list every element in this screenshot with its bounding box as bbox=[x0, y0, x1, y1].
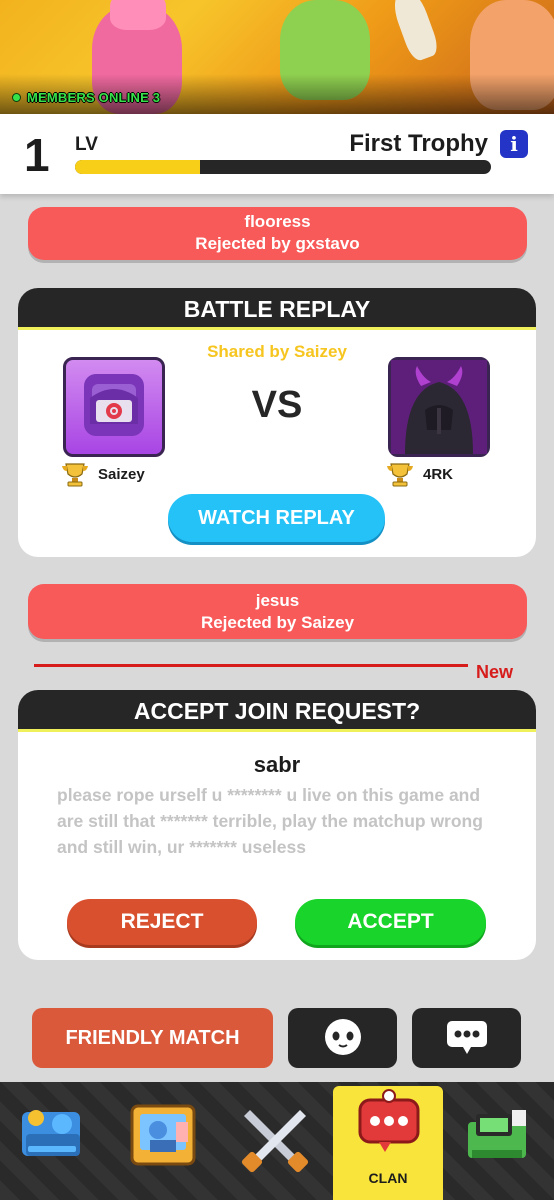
nav-item-clan[interactable]: CLAN bbox=[333, 1086, 443, 1200]
nav-item-shop[interactable] bbox=[0, 1082, 110, 1200]
online-dot-icon bbox=[12, 93, 21, 102]
player-right-name: 4RK bbox=[423, 465, 454, 483]
rejected-status: Rejected by Saizey bbox=[200, 613, 355, 632]
battle-replay-card: BATTLE REPLAY Shared by Saizey VS Saizey… bbox=[18, 288, 536, 557]
reject-button[interactable]: REJECT bbox=[67, 899, 257, 945]
new-divider bbox=[34, 664, 468, 667]
level-label: LV bbox=[75, 134, 98, 155]
trophy-icon bbox=[62, 463, 88, 487]
player-right-avatar[interactable] bbox=[388, 357, 490, 457]
rejected-status: Rejected by gxstavo bbox=[195, 234, 360, 253]
player-right: 4RK bbox=[385, 460, 453, 488]
cards-icon bbox=[130, 1104, 196, 1166]
nav-item-battle[interactable] bbox=[220, 1082, 330, 1200]
emote-face-icon bbox=[324, 1018, 361, 1055]
bottom-nav: CLAN bbox=[0, 1082, 554, 1200]
level-number: 1 bbox=[24, 129, 50, 181]
rejected-name: flooress bbox=[244, 212, 311, 231]
battle-swords-icon bbox=[241, 1110, 309, 1173]
members-online-label: MEMBERS ONLINE 3 bbox=[27, 90, 161, 105]
level-progress-fill bbox=[75, 160, 200, 174]
clan-banner: MEMBERS ONLINE 3 bbox=[0, 0, 554, 114]
banner-character-hair bbox=[110, 0, 166, 30]
emote-button[interactable] bbox=[288, 1008, 397, 1068]
shop-icon bbox=[22, 1110, 80, 1156]
new-label: New bbox=[476, 662, 514, 682]
watch-replay-button[interactable]: WATCH REPLAY bbox=[168, 494, 385, 542]
accept-button[interactable]: ACCEPT bbox=[295, 899, 486, 945]
chat-button[interactable] bbox=[412, 1008, 521, 1068]
banner-sword bbox=[388, 0, 442, 64]
level-goal: First Trophy bbox=[349, 130, 488, 157]
nav-item-events[interactable] bbox=[444, 1082, 554, 1200]
rejected-notice: flooress Rejected by gxstavo bbox=[28, 207, 527, 260]
rejected-name: jesus bbox=[255, 591, 300, 610]
events-icon bbox=[468, 1110, 526, 1158]
join-request-name: sabr bbox=[253, 752, 301, 777]
player-left-name: Saizey bbox=[98, 465, 145, 483]
members-online: MEMBERS ONLINE 3 bbox=[12, 90, 160, 105]
dark-knight-icon bbox=[391, 360, 487, 454]
nav-item-cards[interactable] bbox=[110, 1082, 220, 1200]
level-progress bbox=[75, 160, 491, 174]
level-bar: 1 LV First Trophy i bbox=[0, 114, 554, 194]
nav-label-clan: CLAN bbox=[368, 1170, 408, 1186]
join-request-title: ACCEPT JOIN REQUEST? bbox=[18, 690, 536, 732]
chat-bubble-icon bbox=[446, 1020, 487, 1054]
join-request-message: please rope urself u ******** u live on … bbox=[57, 785, 483, 857]
info-icon[interactable]: i bbox=[500, 130, 528, 158]
battle-replay-title: BATTLE REPLAY bbox=[18, 288, 536, 330]
clan-icon bbox=[358, 1089, 420, 1152]
friendly-match-button[interactable]: FRIENDLY MATCH bbox=[32, 1008, 273, 1068]
rejected-notice: jesus Rejected by Saizey bbox=[28, 584, 527, 639]
join-request-card: ACCEPT JOIN REQUEST? sabr please rope ur… bbox=[18, 690, 536, 960]
player-left: Saizey bbox=[60, 460, 145, 488]
trophy-icon bbox=[387, 463, 413, 487]
